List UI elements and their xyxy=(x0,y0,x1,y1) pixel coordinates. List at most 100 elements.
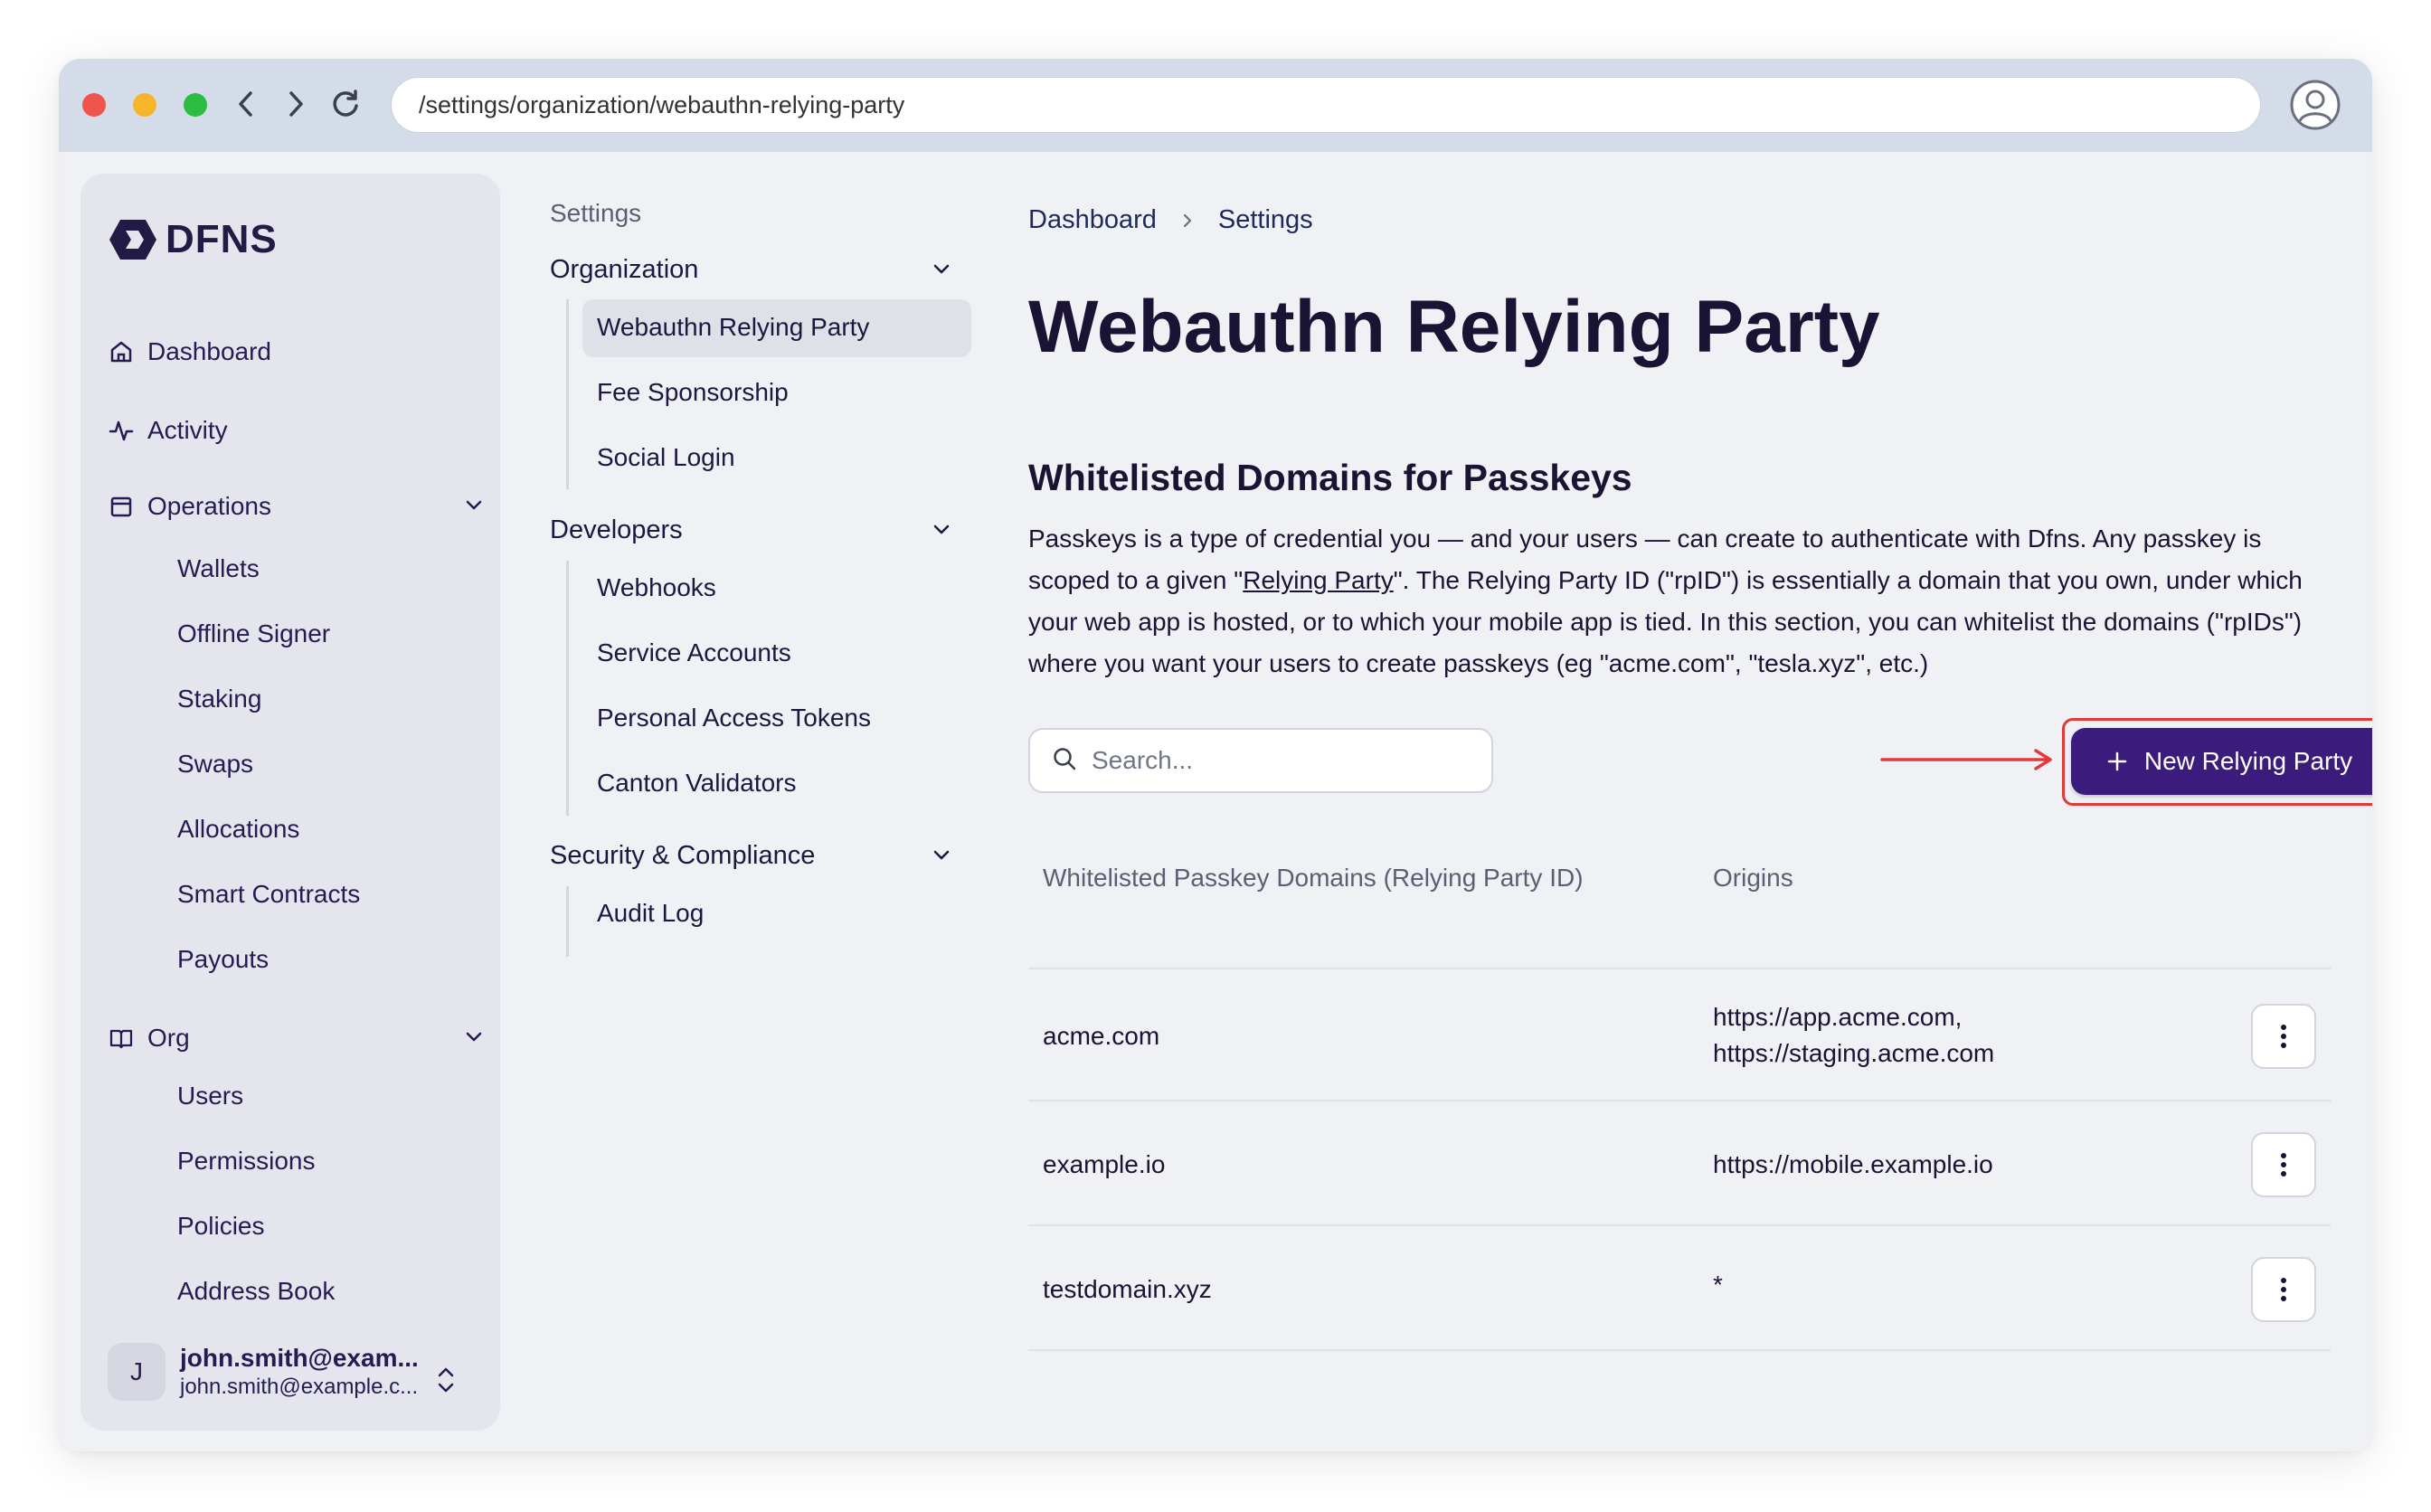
settings-group-organization[interactable]: Organization xyxy=(550,255,966,285)
row-actions-button[interactable] xyxy=(2251,1004,2316,1069)
sidebar-item-users[interactable]: Users xyxy=(177,1082,243,1110)
tree-line xyxy=(566,299,569,489)
address-bar[interactable]: /settings/organization/webauthn-relying-… xyxy=(391,77,2261,133)
settings-item-webhooks[interactable]: Webhooks xyxy=(597,573,716,602)
sidebar-item-label: Operations xyxy=(147,492,271,520)
settings-item-personal-access-tokens[interactable]: Personal Access Tokens xyxy=(597,704,871,732)
dfns-logo-icon xyxy=(109,220,156,260)
maximize-window-button[interactable] xyxy=(184,93,207,117)
tree-line xyxy=(566,561,569,816)
calendar-icon xyxy=(108,493,135,520)
more-vertical-icon xyxy=(2281,1153,2286,1177)
new-relying-party-button[interactable]: New Relying Party xyxy=(2071,728,2372,795)
column-header-domain: Whitelisted Passkey Domains (Relying Par… xyxy=(1043,864,1584,892)
search-icon xyxy=(1052,746,1077,776)
sidebar-item-org[interactable]: Org xyxy=(108,1024,190,1053)
settings-group-label: Organization xyxy=(550,255,699,284)
row-actions-button[interactable] xyxy=(2251,1257,2316,1322)
forward-icon[interactable] xyxy=(278,86,314,122)
plus-icon xyxy=(2106,751,2128,772)
chevron-up-down-icon[interactable] xyxy=(435,1366,457,1399)
chevron-down-icon[interactable] xyxy=(464,1027,484,1052)
more-vertical-icon xyxy=(2281,1278,2286,1301)
chevron-right-icon xyxy=(1180,211,1195,231)
sidebar-item-dashboard[interactable]: Dashboard xyxy=(108,337,271,366)
chevron-down-icon xyxy=(932,517,951,547)
sidebar-item-operations[interactable]: Operations xyxy=(108,492,469,521)
sidebar-item-staking[interactable]: Staking xyxy=(177,685,261,713)
sidebar-item-activity[interactable]: Activity xyxy=(108,416,228,445)
user-name: john.smith@exam... xyxy=(180,1344,419,1372)
row-actions-button[interactable] xyxy=(2251,1132,2316,1197)
browser-toolbar: /settings/organization/webauthn-relying-… xyxy=(59,59,2372,152)
arrow-annotation xyxy=(1878,746,2056,778)
user-menu[interactable]: J john.smith@exam... john.smith@example.… xyxy=(108,1343,426,1401)
divider xyxy=(1028,1349,2331,1351)
close-window-button[interactable] xyxy=(82,93,106,117)
browser-window: /settings/organization/webauthn-relying-… xyxy=(59,59,2372,1451)
settings-item-audit-log[interactable]: Audit Log xyxy=(597,899,704,928)
divider xyxy=(1028,1100,2331,1101)
url-text: /settings/organization/webauthn-relying-… xyxy=(419,90,905,118)
sidebar-item-address-book[interactable]: Address Book xyxy=(177,1277,335,1306)
sidebar-item-allocations[interactable]: Allocations xyxy=(177,815,299,844)
row-domain: acme.com xyxy=(1043,1022,1160,1050)
logo-text: DFNS xyxy=(166,217,278,261)
book-icon xyxy=(108,1025,135,1052)
profile-icon[interactable] xyxy=(2289,79,2341,131)
avatar: J xyxy=(108,1343,166,1401)
sidebar-item-label: Dashboard xyxy=(147,337,271,365)
page-title: Webauthn Relying Party xyxy=(1028,286,1880,368)
settings-group-developers[interactable]: Developers xyxy=(550,515,966,545)
settings-group-security-compliance[interactable]: Security & Compliance xyxy=(550,841,966,871)
sidebar-item-smart-contracts[interactable]: Smart Contracts xyxy=(177,880,360,909)
user-email: john.smith@example.c... xyxy=(180,1375,419,1399)
settings-group-label: Security & Compliance xyxy=(550,841,816,870)
settings-nav-title: Settings xyxy=(550,199,642,227)
new-relying-party-label: New Relying Party xyxy=(2143,747,2353,775)
section-title: Whitelisted Domains for Passkeys xyxy=(1028,457,1632,498)
divider xyxy=(1028,968,2331,969)
settings-group-label: Developers xyxy=(550,515,683,544)
sidebar-item-label: Activity xyxy=(147,416,228,444)
activity-icon xyxy=(108,417,135,444)
chevron-down-icon xyxy=(932,257,951,287)
row-origin: https://staging.acme.com xyxy=(1713,1039,1995,1067)
breadcrumb-dashboard[interactable]: Dashboard xyxy=(1028,205,1157,235)
minimize-window-button[interactable] xyxy=(133,93,156,117)
chevron-down-icon xyxy=(932,843,951,873)
more-vertical-icon xyxy=(2281,1025,2286,1048)
sidebar-item-label: Org xyxy=(147,1024,190,1052)
row-origin: * xyxy=(1713,1271,1723,1299)
section-description: Passkeys is a type of credential you — a… xyxy=(1028,518,2349,685)
divider xyxy=(1028,1224,2331,1226)
settings-item-canton-validators[interactable]: Canton Validators xyxy=(597,769,797,798)
sidebar: DFNS Dashboard Activity Operations Walle… xyxy=(80,174,500,1431)
tree-line xyxy=(566,886,569,957)
sidebar-item-offline-signer[interactable]: Offline Signer xyxy=(177,619,330,648)
row-origin: https://app.acme.com, xyxy=(1713,1003,1963,1031)
home-icon xyxy=(108,338,135,365)
back-icon[interactable] xyxy=(228,86,264,122)
sidebar-item-swaps[interactable]: Swaps xyxy=(177,750,253,779)
settings-item-service-accounts[interactable]: Service Accounts xyxy=(597,638,791,667)
settings-item-social-login[interactable]: Social Login xyxy=(597,443,735,472)
relying-party-link[interactable]: Relying Party xyxy=(1243,566,1394,594)
row-domain: example.io xyxy=(1043,1150,1166,1178)
sidebar-item-payouts[interactable]: Payouts xyxy=(177,945,269,974)
breadcrumb: Dashboard Settings xyxy=(1028,205,1313,235)
chevron-down-icon[interactable] xyxy=(464,496,484,520)
settings-item-webauthn-relying-party[interactable]: Webauthn Relying Party xyxy=(597,313,869,342)
search-input[interactable] xyxy=(1092,746,1471,775)
breadcrumb-settings[interactable]: Settings xyxy=(1218,205,1313,235)
row-origin: https://mobile.example.io xyxy=(1713,1150,1993,1178)
reload-icon[interactable] xyxy=(327,86,364,122)
sidebar-item-wallets[interactable]: Wallets xyxy=(177,554,260,583)
settings-item-fee-sponsorship[interactable]: Fee Sponsorship xyxy=(597,378,789,407)
sidebar-item-policies[interactable]: Policies xyxy=(177,1212,264,1241)
dfns-logo[interactable]: DFNS xyxy=(108,217,278,262)
column-header-origins: Origins xyxy=(1713,864,1793,892)
row-domain: testdomain.xyz xyxy=(1043,1275,1212,1303)
search-box[interactable] xyxy=(1028,728,1493,793)
sidebar-item-permissions[interactable]: Permissions xyxy=(177,1147,315,1176)
